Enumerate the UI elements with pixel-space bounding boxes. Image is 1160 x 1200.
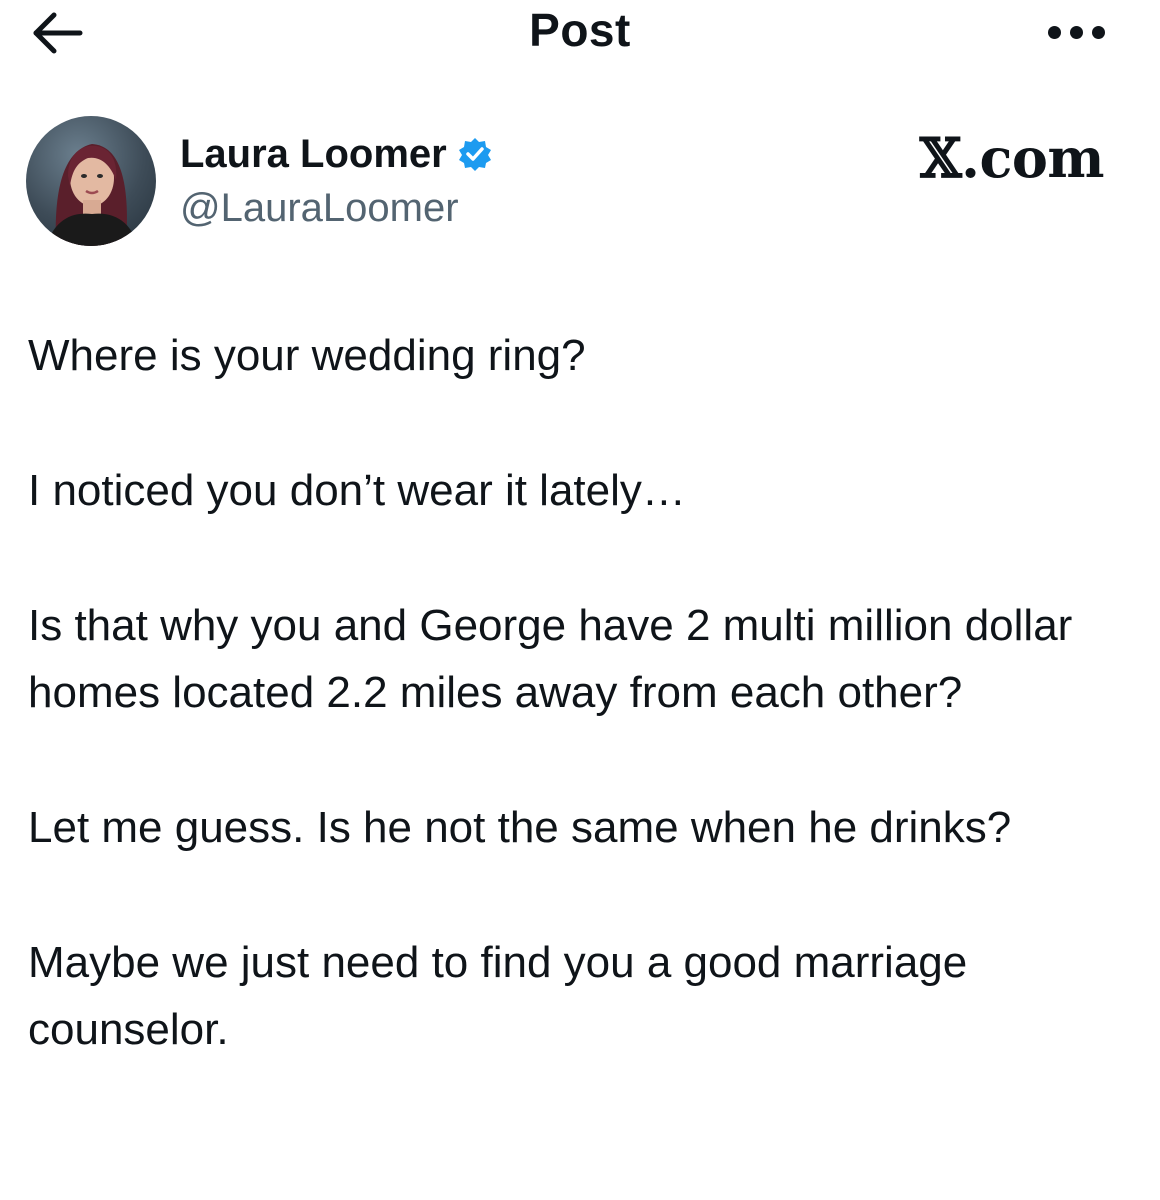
post-paragraph: Is that why you and George have 2 multi …: [28, 601, 1073, 717]
avatar-image: [46, 144, 138, 246]
post-paragraph: Let me guess. Is he not the same when he…: [28, 803, 1012, 852]
post-text: Where is your wedding ring? I noticed yo…: [28, 322, 1140, 1063]
post-paragraph: I noticed you don’t wear it lately…: [28, 466, 686, 515]
top-bar: Post: [0, 0, 1160, 70]
page-title: Post: [529, 4, 631, 56]
author-name-row: Laura Loomer: [180, 130, 493, 178]
brand-text: 𝕏.com: [919, 126, 1105, 190]
avatar[interactable]: [26, 116, 156, 246]
author-name[interactable]: Laura Loomer: [180, 130, 447, 178]
watermark-brand: 𝕏.com: [919, 126, 1105, 190]
verified-badge-icon: [458, 138, 491, 171]
more-options-button[interactable]: [1048, 22, 1108, 42]
author-handle[interactable]: @LauraLoomer: [180, 184, 459, 232]
more-horizontal-icon: [1048, 26, 1061, 39]
post-paragraph: Maybe we just need to find you a good ma…: [28, 938, 968, 1054]
post-paragraph: Where is your wedding ring?: [28, 331, 586, 380]
